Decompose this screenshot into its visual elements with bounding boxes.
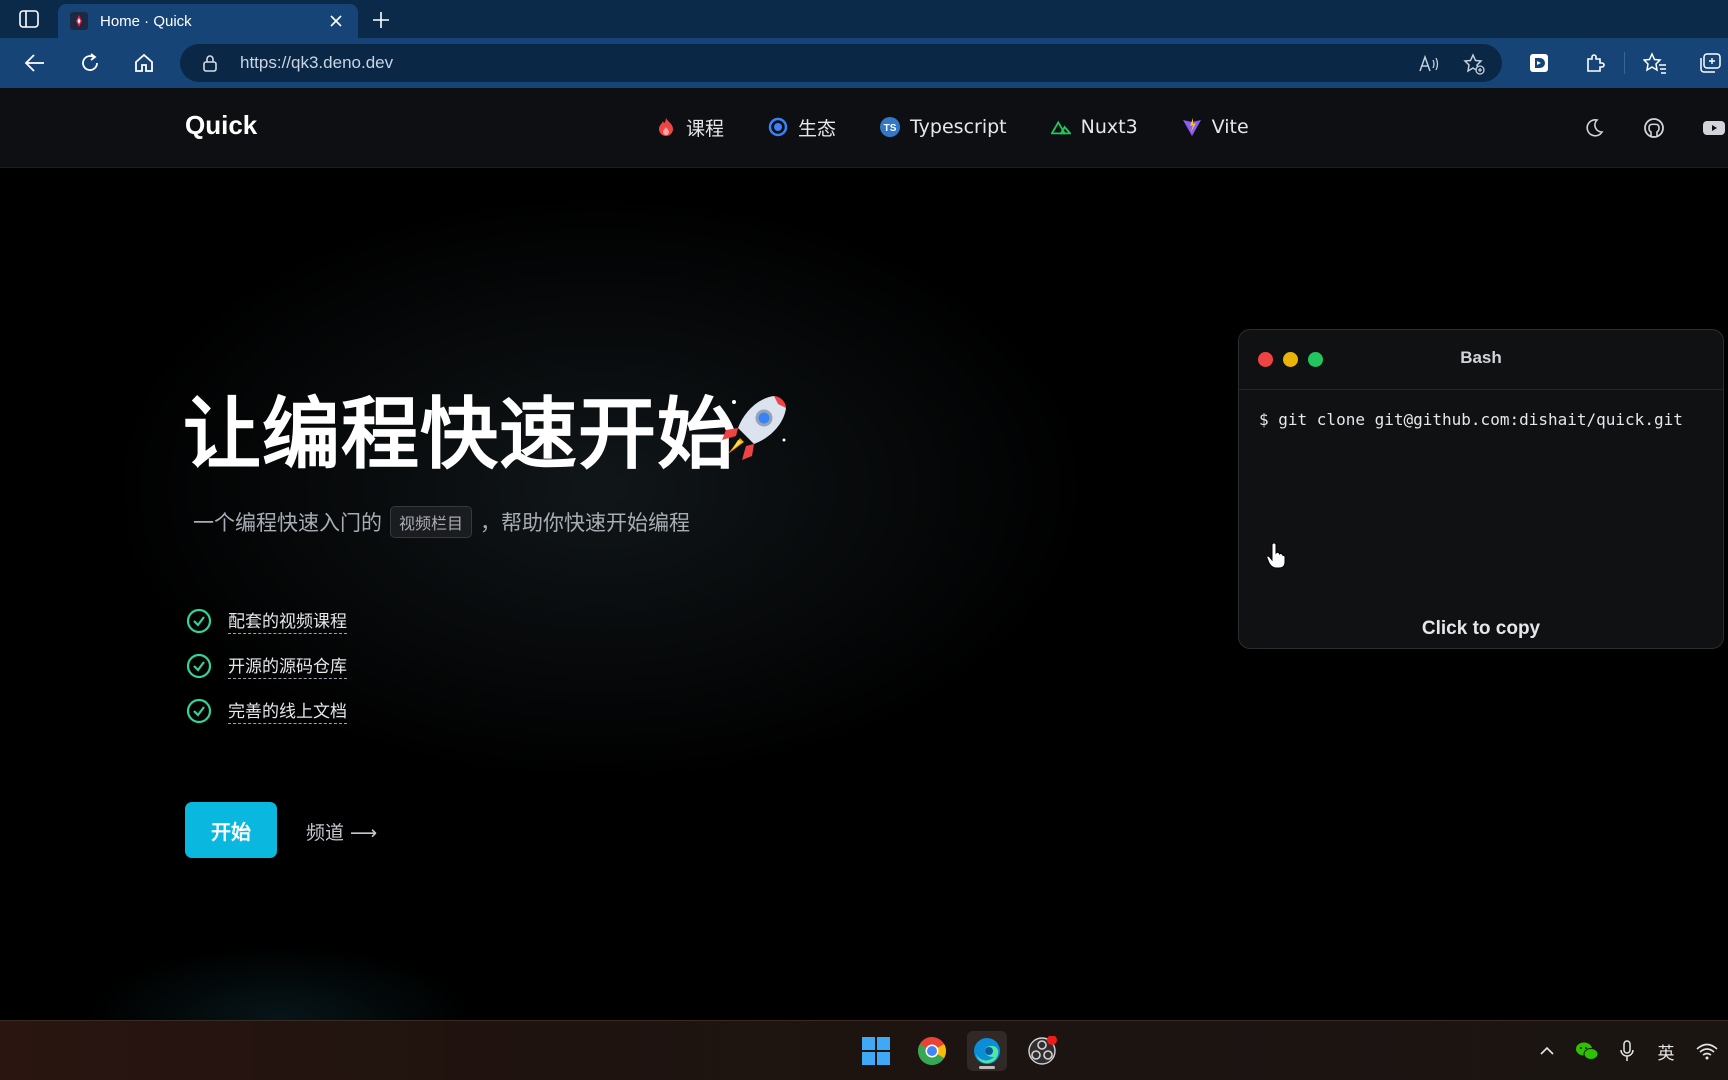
new-tab-icon[interactable] [368, 8, 394, 32]
typescript-icon: TS [880, 117, 901, 137]
add-favorite-icon[interactable] [1463, 53, 1485, 75]
nav-item-typescript[interactable]: TS Typescript [880, 112, 1007, 142]
tab-title: Home · Quick [100, 12, 192, 30]
chrome-icon[interactable] [912, 1031, 952, 1071]
svg-text:TS: TS [884, 123, 897, 134]
windows-taskbar: 英 [0, 1020, 1728, 1080]
nav-label: Nuxt3 [1080, 116, 1138, 138]
bash-terminal-card[interactable]: Bash $ git clone git@github.com:dishait/… [1238, 329, 1724, 649]
nav-item-ecosystem[interactable]: 生态 [768, 112, 836, 142]
check-circle-icon [186, 608, 212, 633]
start-button[interactable]: 开始 [185, 802, 277, 858]
list-item: 开源的源码仓库 [186, 643, 347, 688]
subtitle-tag: 视频栏目 [390, 506, 473, 538]
back-icon[interactable] [22, 50, 48, 76]
feature-link[interactable]: 完善的线上文档 [228, 697, 347, 724]
nav-label: 课程 [686, 117, 725, 140]
windows-start-icon[interactable] [856, 1031, 896, 1071]
click-to-copy-label[interactable]: Click to copy [1239, 618, 1723, 640]
feature-link[interactable]: 开源的源码仓库 [228, 652, 347, 679]
site-header: Quick 课程 生态 TS Typescript Nuxt3 Vite [0, 88, 1728, 168]
extension-d-icon[interactable] [1526, 50, 1552, 76]
rocket-icon [714, 388, 794, 468]
nav-item-vite[interactable]: Vite [1182, 112, 1249, 142]
terminal-command: $ git clone git@github.com:dishait/quick… [1259, 410, 1683, 429]
fire-icon [656, 117, 676, 137]
input-method-indicator[interactable]: 英 [1654, 1039, 1678, 1064]
site-nav: 课程 生态 TS Typescript Nuxt3 Vite [656, 112, 1293, 142]
nav-item-courses[interactable]: 课程 [656, 112, 724, 142]
list-item: 完善的线上文档 [186, 688, 347, 733]
site-favicon-icon [70, 12, 88, 30]
github-icon[interactable] [1642, 116, 1666, 140]
nav-item-nuxt3[interactable]: Nuxt3 [1050, 112, 1138, 142]
browser-toolbar: https://qk3.deno.dev [0, 38, 1728, 88]
wifi-icon[interactable] [1694, 1039, 1720, 1063]
feature-list: 配套的视频课程 开源的源码仓库 完善的线上文档 [186, 598, 347, 733]
tab-actions-icon[interactable] [16, 8, 42, 30]
obs-icon[interactable] [1022, 1031, 1062, 1071]
collections-icon[interactable] [1697, 50, 1723, 76]
channel-link[interactable]: 频道 ⟶ [306, 818, 377, 845]
nuxt-icon [1050, 117, 1071, 137]
favorites-icon[interactable] [1642, 50, 1668, 76]
toolbar-separator [1624, 52, 1625, 74]
nav-label: 生态 [798, 117, 837, 140]
terminal-title: Bash [1460, 348, 1502, 367]
nav-label: Typescript [910, 116, 1007, 138]
browser-tab-bar: Home · Quick [0, 0, 1728, 38]
vite-icon [1182, 117, 1202, 137]
list-item: 配套的视频课程 [186, 598, 347, 643]
ring-icon [768, 117, 788, 137]
read-aloud-icon[interactable] [1418, 53, 1440, 75]
nav-label: Vite [1211, 116, 1249, 138]
url-text[interactable]: https://qk3.deno.dev [240, 53, 393, 73]
wechat-icon[interactable] [1574, 1039, 1600, 1063]
check-circle-icon [186, 653, 212, 678]
chevron-up-icon[interactable] [1536, 1039, 1558, 1063]
feature-link[interactable]: 配套的视频课程 [228, 607, 347, 634]
close-tab-icon[interactable] [326, 11, 346, 31]
extensions-puzzle-icon[interactable] [1582, 50, 1608, 76]
lock-icon[interactable] [202, 54, 218, 76]
edge-icon[interactable] [967, 1031, 1007, 1071]
hero-subtitle: 一个编程快速入门的 视频栏目 ，帮助你快速开始编程 [193, 506, 690, 538]
browser-tab-active[interactable]: Home · Quick [58, 4, 358, 38]
subtitle-prefix: 一个编程快速入门的 [193, 511, 382, 535]
check-circle-icon [186, 698, 212, 723]
site-logo[interactable]: Quick [185, 110, 257, 141]
active-app-indicator [979, 1066, 995, 1069]
home-icon[interactable] [131, 50, 157, 76]
refresh-icon[interactable] [77, 50, 103, 76]
dark-mode-icon[interactable] [1582, 116, 1606, 140]
microphone-icon[interactable] [1616, 1039, 1638, 1063]
hand-cursor-icon [1266, 542, 1286, 569]
address-bar[interactable]: https://qk3.deno.dev [180, 44, 1502, 82]
subtitle-suffix: ，帮助你快速开始编程 [480, 511, 691, 535]
terminal-header: Bash [1239, 330, 1723, 390]
youtube-icon[interactable] [1702, 116, 1726, 140]
hero-title: 让编程快速开始 [183, 390, 737, 480]
